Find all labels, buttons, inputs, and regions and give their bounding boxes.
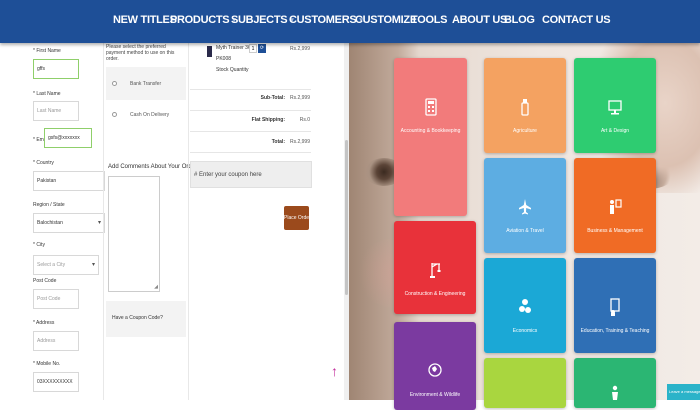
nav-item-blog[interactable]: BLOG <box>504 14 535 26</box>
monitor-icon <box>608 100 622 115</box>
airplane-icon <box>519 199 531 215</box>
payment-method-section: Please select the preferred payment meth… <box>104 43 197 400</box>
subject-tile-construction[interactable]: Construction & Engineering <box>394 221 476 314</box>
radio-button[interactable] <box>112 112 117 117</box>
city-select[interactable]: Select a City ▾ <box>33 255 99 275</box>
address-field[interactable]: Address <box>33 331 79 351</box>
subject-tile[interactable] <box>484 358 566 408</box>
total-value: Rs.2,999 <box>289 139 310 145</box>
coupon-input[interactable]: # Enter your coupon here <box>190 161 312 188</box>
nav-item-subjects[interactable]: SUBJECTS ▾ <box>231 14 294 26</box>
region-label: Region / State <box>33 202 65 208</box>
subtotal-label: Sub-Total: <box>260 95 285 101</box>
subtotal-value: Rs.2,999 <box>289 95 310 101</box>
tile-label: Business & Management <box>587 228 643 234</box>
main-navbar: NEW TITLES PRODUCTS ▾ SUBJECTS ▾ CUSTOMERS… <box>0 0 700 43</box>
row-divider <box>190 89 311 90</box>
coupon-toggle[interactable]: Have a Coupon Code? <box>106 301 186 337</box>
subject-tile-art-design[interactable]: Art & Design <box>574 58 656 153</box>
product-name: Myth Trainer 360 PK008 Stock Quantity <box>216 45 254 73</box>
city-value: Select a City <box>37 262 66 268</box>
total-label: Total: <box>271 139 285 145</box>
billing-form: * First Name gffs * Last Name Last Name … <box>30 43 105 400</box>
mobile-label: * Mobile No. <box>33 361 61 367</box>
subject-tile-aviation[interactable]: Aviation & Travel <box>484 158 566 253</box>
scrollbar-thumb[interactable] <box>345 140 348 295</box>
coins-icon <box>519 299 531 313</box>
chevron-down-icon: ▾ <box>97 220 101 226</box>
email-field[interactable]: gsfs@xxxxxxx <box>44 128 92 148</box>
tile-label: Agriculture <box>513 128 537 134</box>
item-price: Rs.2,999 <box>289 46 310 52</box>
last-name-label: * Last Name <box>33 91 61 97</box>
payment-option-label: Cash On Delivery <box>130 112 170 118</box>
shipping-value: Rs.0 <box>299 117 310 123</box>
nav-item-products[interactable]: PRODUCTS ▾ <box>170 14 236 26</box>
row-divider <box>190 152 311 153</box>
nav-item-customers[interactable]: CUSTOMERS ▾ <box>289 14 363 26</box>
payment-option-bank-transfer[interactable]: Bank Transfer <box>106 67 186 100</box>
presenter-icon <box>610 199 622 214</box>
subject-tile-business[interactable]: Business & Management <box>574 158 656 253</box>
comments-label: Add Comments About Your Order <box>108 164 198 170</box>
region-select[interactable]: Balochistan ▾ <box>33 213 105 233</box>
quantity-input[interactable]: 1 <box>249 44 257 53</box>
mobile-field[interactable]: 03XXXXXXXXX <box>33 372 79 392</box>
postcode-label: Post Code <box>33 278 57 284</box>
shipping-label: Flat Shipping: <box>251 117 285 123</box>
subject-tile-education[interactable]: Education, Training & Teaching <box>574 258 656 353</box>
radio-button[interactable] <box>112 81 117 86</box>
subject-tile-accounting[interactable]: Accounting & Bookkeeping <box>394 58 467 216</box>
globe-icon <box>428 363 442 377</box>
tile-label: Education, Training & Teaching <box>580 328 650 334</box>
tile-label: Art & Design <box>600 128 630 134</box>
country-select[interactable]: Pakistan <box>33 171 105 191</box>
coupon-toggle-label: Have a Coupon Code? <box>112 315 163 321</box>
last-name-field[interactable]: Last Name <box>33 101 79 121</box>
resize-handle-icon[interactable]: ◢ <box>154 284 158 290</box>
tile-label: Accounting & Bookkeeping <box>400 128 461 134</box>
nav-item-about-us[interactable]: ABOUT US <box>452 14 507 26</box>
tile-label: Aviation & Travel <box>506 228 544 234</box>
nav-item-new-titles[interactable]: NEW TITLES <box>113 14 177 26</box>
city-label: * City <box>33 242 45 248</box>
arrow-up-icon[interactable]: ↑ <box>331 364 338 378</box>
payment-option-label: Bank Transfer <box>130 81 162 87</box>
place-order-button[interactable]: Place Order <box>284 206 311 230</box>
country-value: Pakistan <box>37 178 57 184</box>
bottle-icon <box>521 99 529 116</box>
order-summary: Myth Trainer 360 PK008 Stock Quantity 1 … <box>188 43 313 400</box>
product-thumbnail <box>207 46 212 57</box>
calculator-icon <box>424 98 437 116</box>
row-divider <box>190 110 311 111</box>
subject-tile[interactable] <box>574 358 656 408</box>
country-label: * Country <box>33 160 54 166</box>
row-divider <box>190 131 311 132</box>
nav-item-contact-us[interactable]: CONTACT US <box>542 14 611 26</box>
chat-widget-button[interactable]: Leave a message <box>667 384 700 400</box>
first-name-field[interactable]: gffs <box>33 59 79 79</box>
tile-label: Environment & Wildlife <box>409 392 461 398</box>
subject-tile-economics[interactable]: Economics <box>484 258 566 353</box>
nav-item-tools[interactable]: TOOLS <box>411 14 448 26</box>
crane-icon <box>430 263 441 278</box>
comments-textarea[interactable]: ◢ <box>108 176 160 292</box>
tile-label: Construction & Engineering <box>404 291 466 297</box>
region-value: Balochistan <box>37 220 63 226</box>
person-icon <box>612 385 618 400</box>
chevron-down-icon: ▾ <box>91 262 95 268</box>
first-name-label: * First Name <box>33 48 61 54</box>
subject-tile-agriculture[interactable]: Agriculture <box>484 58 566 153</box>
postcode-field[interactable]: Post Code <box>33 289 79 309</box>
book-icon <box>610 298 620 316</box>
subject-tile-environment[interactable]: Environment & Wildlife <box>394 322 476 410</box>
tile-label: Economics <box>512 328 538 334</box>
refresh-icon[interactable]: ⟳ <box>258 44 266 53</box>
address-label: * Address <box>33 320 55 326</box>
payment-instructions: Please select the preferred payment meth… <box>106 44 175 62</box>
nav-item-customize[interactable]: CUSTOMIZE <box>355 14 417 26</box>
